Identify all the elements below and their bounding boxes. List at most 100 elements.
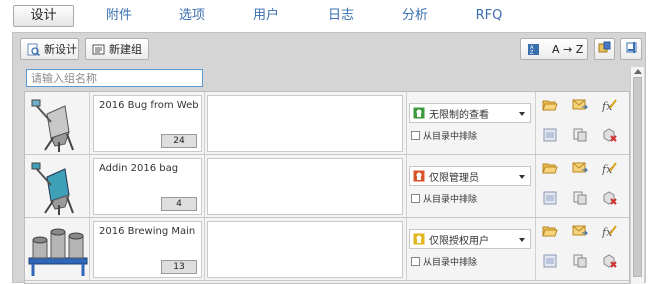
tab-users[interactable]: 用户 (251, 6, 281, 26)
column-divider (406, 92, 407, 154)
checkbox-box[interactable] (411, 257, 420, 266)
chevron-down-icon (519, 238, 525, 242)
column-divider (535, 218, 536, 280)
exclude-label: 从目录中排除 (423, 258, 478, 268)
delete-icon (601, 190, 617, 208)
tab-attachments[interactable]: 附件 (104, 6, 134, 26)
formula-button[interactable]: fx (600, 223, 618, 241)
checkbox-box[interactable] (411, 194, 420, 203)
tab-log[interactable]: 日志 (326, 6, 356, 26)
group-row[interactable]: 2016 Bug from Web 24 无限制的查看 从目录中排除 fx (25, 92, 629, 155)
tab-design[interactable]: 设计 (13, 5, 74, 27)
design-count-badge: 13 (161, 260, 197, 274)
copy-icon (572, 128, 588, 145)
new-group-label: 新建组 (109, 43, 142, 56)
sort-label: A → Z (552, 42, 584, 56)
open-folder-button[interactable] (541, 97, 559, 115)
exclude-from-catalog-checkbox[interactable]: 从目录中排除 (411, 192, 477, 205)
design-count-badge: 24 (161, 134, 197, 148)
scrollbar-thumb[interactable] (633, 77, 642, 277)
preview-button[interactable] (541, 127, 559, 145)
delete-button[interactable] (600, 127, 618, 145)
formula-button[interactable]: fx (600, 160, 618, 178)
formula-button[interactable]: fx (600, 97, 618, 115)
delete-button[interactable] (600, 190, 618, 208)
column-divider (204, 218, 205, 280)
scroll-up-arrow-icon[interactable] (634, 69, 642, 74)
open-folder-button[interactable] (541, 223, 559, 241)
exclude-from-catalog-checkbox[interactable]: 从目录中排除 (411, 255, 477, 268)
group-thumbnail (25, 155, 90, 217)
tab-options[interactable]: 选项 (177, 6, 207, 26)
tab-bar: 设计 附件 选项 用户 日志 分析 RFQ (0, 0, 657, 32)
email-icon (572, 161, 589, 178)
tab-rfq[interactable]: RFQ (473, 6, 505, 26)
sort-alpha-icon: AZ (527, 43, 540, 56)
copy-button[interactable] (571, 253, 589, 271)
open-folder-button[interactable] (541, 160, 559, 178)
group-description-field[interactable] (207, 221, 403, 278)
group-name-cell: Addin 2016 bag 4 (93, 158, 202, 215)
open-folder-icon (542, 98, 558, 115)
group-description-field[interactable] (207, 158, 403, 215)
email-button[interactable] (571, 97, 589, 115)
new-group-button[interactable]: 新建组 (85, 38, 149, 60)
group-search-input[interactable] (26, 69, 203, 87)
preview-icon (542, 128, 558, 145)
svg-text:Z: Z (530, 50, 534, 56)
permission-value: 无限制的查看 (429, 109, 489, 121)
preview-icon (542, 254, 558, 271)
list-scrollbar[interactable] (630, 67, 644, 284)
email-icon (572, 98, 589, 115)
permission-authorized-icon (413, 233, 425, 245)
group-name: Addin 2016 bag (99, 163, 179, 174)
group-name: 2016 Brewing Main (99, 226, 196, 237)
preview-button[interactable] (541, 190, 559, 208)
new-design-label: 新设计 (44, 43, 77, 56)
chevron-down-icon (519, 175, 525, 179)
column-divider (204, 155, 205, 217)
permission-unrestricted-icon (413, 107, 425, 119)
new-group-icon (92, 43, 105, 56)
tab-analysis[interactable]: 分析 (400, 6, 430, 26)
group-row[interactable]: Addin 2016 bag 4 仅限管理员 从目录中排除 fx (25, 155, 629, 218)
column-divider (406, 155, 407, 217)
delete-button[interactable] (600, 253, 618, 271)
group-list: 2016 Bug from Web 24 无限制的查看 从目录中排除 fx Ad… (24, 91, 630, 284)
help-button[interactable] (620, 38, 642, 60)
preview-button[interactable] (541, 253, 559, 271)
copy-button[interactable] (571, 190, 589, 208)
group-name: 2016 Bug from Web (99, 100, 199, 111)
column-divider (406, 218, 407, 280)
email-button[interactable] (571, 223, 589, 241)
design-count-badge: 4 (161, 197, 197, 211)
new-design-icon (27, 43, 40, 56)
open-folder-icon (542, 224, 558, 241)
formula-icon: fx (601, 224, 617, 241)
list-settings-button[interactable] (594, 38, 615, 60)
permission-value: 仅限管理员 (429, 172, 479, 184)
group-name-cell: 2016 Bug from Web 24 (93, 95, 202, 152)
copy-icon (572, 191, 588, 208)
sort-button[interactable]: AZ A → Z (520, 38, 588, 60)
checkbox-box[interactable] (411, 131, 420, 140)
new-design-button[interactable]: 新设计 (20, 38, 79, 60)
group-row[interactable]: 2016 Brewing Main 13 仅限授权用户 从目录中排除 fx (25, 218, 629, 281)
column-divider (535, 92, 536, 154)
email-button[interactable] (571, 160, 589, 178)
exclude-label: 从目录中排除 (423, 195, 478, 205)
exclude-from-catalog-checkbox[interactable]: 从目录中排除 (411, 129, 477, 142)
group-name-cell: 2016 Brewing Main 13 (93, 221, 202, 278)
permission-select[interactable]: 无限制的查看 (409, 103, 531, 123)
chevron-down-icon (519, 112, 525, 116)
group-thumbnail (25, 218, 90, 280)
permission-select[interactable]: 仅限管理员 (409, 166, 531, 186)
permission-select[interactable]: 仅限授权用户 (409, 229, 531, 249)
group-description-field[interactable] (207, 95, 403, 152)
copy-button[interactable] (571, 127, 589, 145)
column-divider (204, 92, 205, 154)
delete-icon (601, 127, 617, 145)
copy-icon (572, 254, 588, 271)
preview-icon (542, 191, 558, 208)
group-thumbnail (25, 92, 90, 154)
